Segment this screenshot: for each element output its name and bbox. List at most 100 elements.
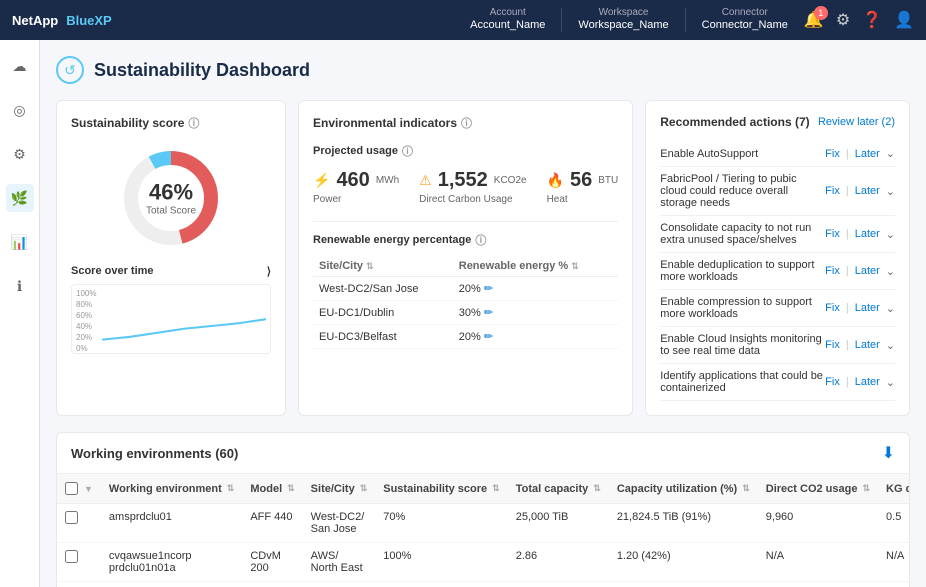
settings-icon[interactable]: ⚙ xyxy=(836,10,850,30)
renewable-table: Site/City ⇅ Renewable energy % ⇅ xyxy=(313,256,618,349)
actions-panel: Recommended actions (7) Review later (2)… xyxy=(645,100,910,416)
nav-right: Account Account_Name Workspace Workspace… xyxy=(470,7,914,32)
row-kgcarbon-0: 0.5 xyxy=(878,504,909,543)
divider xyxy=(313,221,618,222)
action-text-4: Enable compression to support more workl… xyxy=(660,296,825,320)
action-fix-5[interactable]: Fix xyxy=(825,339,840,351)
mini-chart-svg xyxy=(102,285,266,354)
chart-expand-icon[interactable]: ⟩ xyxy=(267,265,271,278)
sidebar-icon-circle[interactable]: ◎ xyxy=(6,96,34,124)
download-icon[interactable]: ⬇ xyxy=(882,443,895,463)
action-row-0: Enable AutoSupport Fix | Later ⌄ xyxy=(660,141,895,167)
row-checkbox-0[interactable] xyxy=(57,504,101,543)
action-links-4: Fix | Later ⌄ xyxy=(825,302,895,315)
select-all-checkbox[interactable] xyxy=(65,482,78,495)
donut-label: Total Score xyxy=(146,206,196,217)
action-later-1[interactable]: Later xyxy=(855,185,880,197)
score-info-icon[interactable]: ⓘ xyxy=(188,115,199,131)
sidebar-icon-leaf[interactable]: 🌿 xyxy=(6,184,34,212)
row-checkbox-1[interactable] xyxy=(57,543,101,582)
th-co2[interactable]: Direct CO2 usage ⇅ xyxy=(758,474,878,504)
sort-icon-percent[interactable]: ⇅ xyxy=(571,261,579,272)
th-kg-carbon[interactable]: KG carbon/TB ⇅ xyxy=(878,474,909,504)
table-row: cvqawsue1ncorp prdclu01n01a CDvM 200 AWS… xyxy=(57,543,909,582)
we-header: Working environments (60) ⬇ xyxy=(57,433,909,474)
action-row-1: FabricPool / Tiering to pubic cloud coul… xyxy=(660,167,895,216)
renewable-table-header: Site/City ⇅ Renewable energy % ⇅ xyxy=(313,256,618,277)
action-fix-1[interactable]: Fix xyxy=(825,185,840,197)
action-fix-0[interactable]: Fix xyxy=(825,148,840,160)
action-chevron-3[interactable]: ⌄ xyxy=(886,265,895,278)
action-chevron-4[interactable]: ⌄ xyxy=(886,302,895,315)
edit-icon-2[interactable]: ✏ xyxy=(484,331,493,343)
row-checkbox-2[interactable] xyxy=(57,582,101,587)
edit-icon-1[interactable]: ✏ xyxy=(484,307,493,319)
action-fix-4[interactable]: Fix xyxy=(825,302,840,314)
th-working-env[interactable]: Working environment ⇅ xyxy=(101,474,242,504)
account-value: Account_Name xyxy=(470,19,545,32)
th-cap-util[interactable]: Capacity utilization (%) ⇅ xyxy=(609,474,758,504)
action-later-0[interactable]: Later xyxy=(855,148,880,160)
action-later-4[interactable]: Later xyxy=(855,302,880,314)
action-later-6[interactable]: Later xyxy=(855,376,880,388)
bell-icon[interactable]: 🔔 1 xyxy=(804,10,824,30)
checkbox-0[interactable] xyxy=(65,511,78,524)
action-chevron-1[interactable]: ⌄ xyxy=(886,185,895,198)
action-chevron-0[interactable]: ⌄ xyxy=(886,147,895,160)
th-score[interactable]: Sustainability score ⇅ xyxy=(375,474,507,504)
we-table-scroll[interactable]: ▼ Working environment ⇅ Model ⇅ Site/Cit… xyxy=(57,474,909,587)
user-icon[interactable]: 👤 xyxy=(894,10,914,30)
action-links-1: Fix | Later ⌄ xyxy=(825,185,895,198)
sort-icon-site[interactable]: ⇅ xyxy=(366,261,374,272)
working-environments-section: Working environments (60) ⬇ ▼ xyxy=(56,432,910,587)
account-nav[interactable]: Account Account_Name xyxy=(470,7,545,32)
app-layout: ☁ ◎ ⚙ 🌿 📊 ℹ ↺ Sustainability Dashboard S… xyxy=(0,40,926,587)
connector-nav[interactable]: Connector Connector_Name xyxy=(702,7,788,32)
main-content: ↺ Sustainability Dashboard Sustainabilit… xyxy=(40,40,926,587)
edit-icon-0[interactable]: ✏ xyxy=(484,283,493,295)
env-info-icon[interactable]: ⓘ xyxy=(461,115,472,131)
action-later-2[interactable]: Later xyxy=(855,228,880,240)
carbon-icon: ⚠ xyxy=(419,172,432,189)
power-value: 460 xyxy=(336,169,369,192)
sort-we[interactable]: ▼ xyxy=(84,484,93,494)
th-total-cap[interactable]: Total capacity ⇅ xyxy=(508,474,609,504)
checkbox-1[interactable] xyxy=(65,550,78,563)
action-later-5[interactable]: Later xyxy=(855,339,880,351)
row-we-name-1[interactable]: cvqawsue1ncorp prdclu01n01a xyxy=(101,543,242,582)
donut-percent: 46% xyxy=(146,180,196,206)
we-table-header-row: ▼ Working environment ⇅ Model ⇅ Site/Cit… xyxy=(57,474,909,504)
sidebar-icon-settings[interactable]: ⚙ xyxy=(6,140,34,168)
workspace-label: Workspace xyxy=(599,7,649,19)
sidebar-icon-cloud[interactable]: ☁ xyxy=(6,52,34,80)
metrics-row: ⚡ 460 MWh Power ⚠ 1,552 KCO2e Direct Car… xyxy=(313,169,618,205)
action-later-3[interactable]: Later xyxy=(855,265,880,277)
action-chevron-2[interactable]: ⌄ xyxy=(886,228,895,241)
top-panels: Sustainability score ⓘ 46% Total Score xyxy=(56,100,910,416)
sidebar-icon-chart[interactable]: 📊 xyxy=(6,228,34,256)
row-we-name-0[interactable]: amsprdclu01 xyxy=(101,504,242,543)
action-fix-3[interactable]: Fix xyxy=(825,265,840,277)
renewable-info-icon[interactable]: ⓘ xyxy=(475,232,486,248)
actions-title: Recommended actions (7) xyxy=(660,115,809,129)
row-we-name-2[interactable]: amsprdclu02 xyxy=(101,582,242,587)
sidebar-icon-info[interactable]: ℹ xyxy=(6,272,34,300)
bluexp-label: BlueXP xyxy=(66,13,112,28)
action-chevron-5[interactable]: ⌄ xyxy=(886,339,895,352)
th-site[interactable]: Site/City ⇅ xyxy=(303,474,376,504)
we-title: Working environments (60) xyxy=(71,446,238,461)
carbon-value: 1,552 xyxy=(438,169,488,192)
page-title: Sustainability Dashboard xyxy=(94,60,310,81)
workspace-nav[interactable]: Workspace Workspace_Name xyxy=(578,7,668,32)
help-icon[interactable]: ❓ xyxy=(862,10,882,30)
row-caputil-0: 21,824.5 TiB (91%) xyxy=(609,504,758,543)
proj-info-icon[interactable]: ⓘ xyxy=(402,143,413,159)
connector-value: Connector_Name xyxy=(702,19,788,32)
score-over-time-header: Score over time ⟩ xyxy=(71,265,271,278)
action-chevron-6[interactable]: ⌄ xyxy=(886,376,895,389)
review-later-btn[interactable]: Review later (2) xyxy=(818,116,895,128)
action-fix-2[interactable]: Fix xyxy=(825,228,840,240)
action-fix-6[interactable]: Fix xyxy=(825,376,840,388)
heat-value: 56 xyxy=(570,169,592,192)
th-model[interactable]: Model ⇅ xyxy=(242,474,302,504)
